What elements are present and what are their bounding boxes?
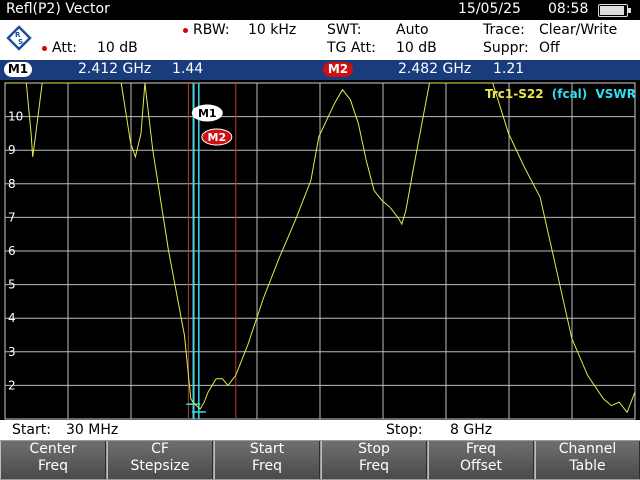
channel-table-softkey[interactable]: Channel Table <box>535 441 640 479</box>
cf-stepsize-softkey[interactable]: CF Stepsize <box>107 441 213 479</box>
y-tick-label: 5 <box>8 278 16 292</box>
marker-2-badge[interactable]: M2 <box>323 62 353 77</box>
rbw-value: 10 kHz <box>248 22 297 38</box>
softkey-label: Offset <box>459 458 503 474</box>
softkey-label: Stop <box>358 441 390 457</box>
softkey-label: Channel <box>558 441 617 457</box>
rbw-indicator-icon <box>183 28 188 33</box>
frequency-range-bar: Start: 30 MHz Stop: 8 GHz <box>0 420 640 440</box>
swt-label: SWT: <box>327 22 362 38</box>
marker-1-plot-label[interactable]: M1 <box>191 104 223 122</box>
start-frequency: 30 MHz <box>66 422 119 438</box>
stop-frequency: 8 GHz <box>450 422 493 438</box>
rbw-label: RBW: <box>193 22 230 38</box>
att-indicator-icon <box>42 46 47 51</box>
y-tick-label: 8 <box>8 177 16 191</box>
suppr-label: Suppr: <box>483 40 529 56</box>
center-freq-softkey[interactable]: Center Freq <box>0 441 106 479</box>
freq-offset-softkey[interactable]: Freq Offset <box>428 441 534 479</box>
y-tick-label: 4 <box>8 311 16 325</box>
y-tick-label: 7 <box>8 210 16 224</box>
trace-suffix-label: VSWR <box>595 87 635 101</box>
suppr-value: Off <box>539 40 560 56</box>
trace-mode-label: Trace: <box>483 22 525 38</box>
swt-value: Auto <box>396 22 429 38</box>
marker-2-value: 1.21 <box>493 61 525 77</box>
start-freq-softkey[interactable]: Start Freq <box>214 441 320 479</box>
marker-2-frequency: 2.482 GHz <box>398 61 472 77</box>
marker-bar: M1 2.412 GHz 1.44 M2 2.482 GHz 1.21 <box>0 60 640 80</box>
softkey-label: Freq <box>38 458 68 474</box>
time-display: 08:58 <box>548 1 589 17</box>
y-tick-label: 10 <box>8 110 23 124</box>
marker-1-frequency: 2.412 GHz <box>78 61 152 77</box>
y-tick-label: 3 <box>8 345 16 359</box>
stop-label: Stop: <box>386 422 423 438</box>
marker-1-value: 1.44 <box>172 61 204 77</box>
softkey-label: Freq <box>466 441 496 457</box>
battery-icon <box>598 4 631 17</box>
svg-text:S: S <box>18 38 23 46</box>
tgatt-label: TG Att: <box>327 40 376 56</box>
trace-prefix-label: Trc1-S22 <box>485 87 544 101</box>
att-label: Att: <box>52 40 78 56</box>
softkey-label: Center <box>29 441 77 457</box>
y-tick-label: 9 <box>8 143 16 157</box>
marker-2-plot-label[interactable]: M2 <box>201 128 233 146</box>
date-display: 15/05/25 <box>458 1 521 17</box>
softkey-label: Stepsize <box>130 458 190 474</box>
softkey-label: Freq <box>359 458 389 474</box>
measurement-title: Refl(P2) Vector <box>6 1 110 17</box>
softkey-bar: Center Freq CF Stepsize Start Freq Stop Freq… <box>0 440 640 480</box>
att-value: 10 dB <box>97 40 138 56</box>
y-tick-label: 2 <box>8 378 16 392</box>
softkey-label: CF <box>151 441 169 457</box>
measurement-plot[interactable]: 10 9 8 7 6 5 4 3 2 M1 M2 Trc1-S22 (fcal) VSWR <box>0 80 640 420</box>
softkey-label: Table <box>569 458 606 474</box>
svg-text:M1: M1 <box>198 107 217 120</box>
softkey-label: Start <box>249 441 285 457</box>
tgatt-value: 10 dB <box>396 40 437 56</box>
start-label: Start: <box>12 422 51 438</box>
vswr-chart[interactable]: 10 9 8 7 6 5 4 3 2 M1 M2 Trc1-S22 (fcal) VSWR <box>0 80 640 420</box>
stop-freq-softkey[interactable]: Stop Freq <box>321 441 427 479</box>
trace-mid-label: (fcal) <box>552 87 588 101</box>
svg-text:M2: M2 <box>208 131 227 144</box>
softkey-label: Freq <box>252 458 282 474</box>
y-tick-label: 6 <box>8 244 16 258</box>
settings-bar: R S Att: 10 dB RBW: 10 kHz SWT: Auto TG … <box>0 20 640 60</box>
title-bar: Refl(P2) Vector 15/05/25 08:58 <box>0 0 640 20</box>
marker-1-badge[interactable]: M1 <box>4 62 32 77</box>
rohde-schwarz-logo-icon: R S <box>6 25 32 51</box>
svg-text:Trc1-S22 (fcal) VS: Trc1-S22 (fcal) VSWR <box>485 87 636 101</box>
trace-mode-value: Clear/Write <box>539 22 618 38</box>
